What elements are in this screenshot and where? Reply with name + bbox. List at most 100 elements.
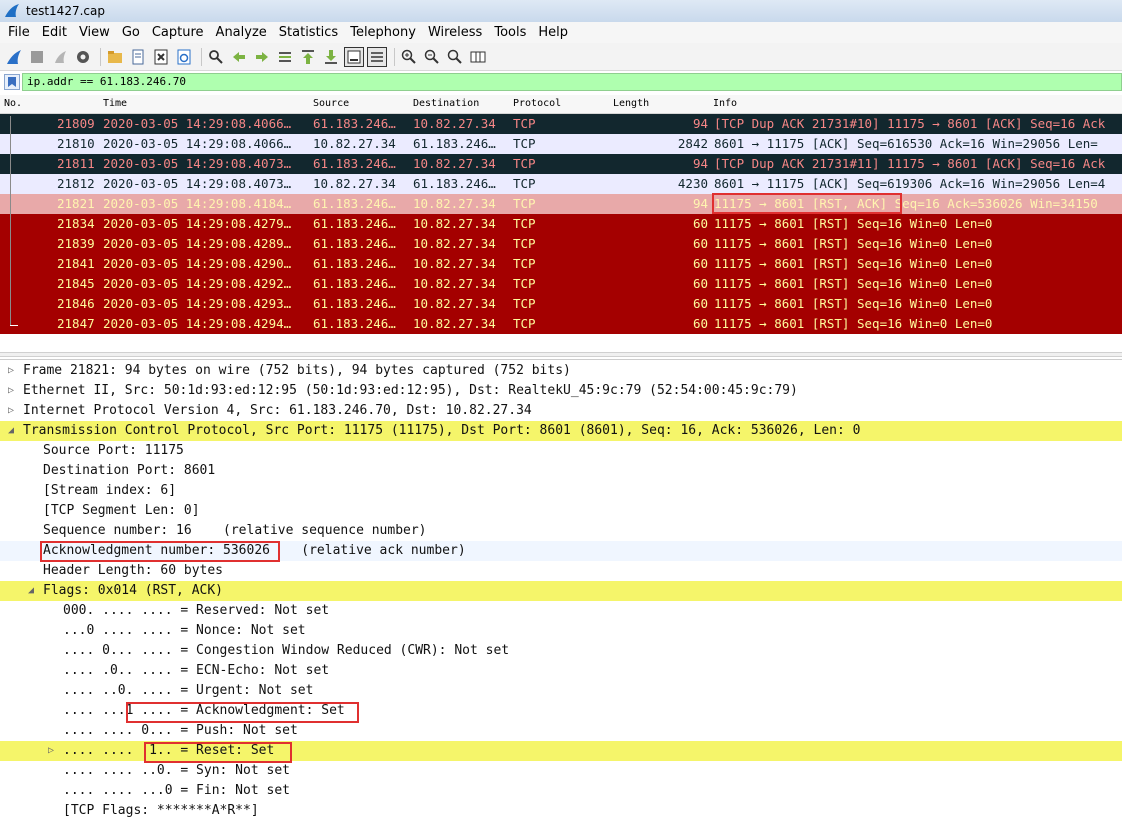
tcp-flags-summary[interactable]: [TCP Flags: *******A*R**]: [0, 801, 1122, 821]
start-capture-button[interactable]: [4, 47, 24, 67]
goto-icon: [279, 51, 291, 62]
packet-row[interactable]: 21845 2020-03-05 14:29:08.4292… 61.183.2…: [0, 274, 1122, 294]
tree-item-source-port[interactable]: Source Port: 11175: [0, 441, 1122, 461]
window-title: test1427.cap: [26, 4, 105, 18]
col-header-protocol[interactable]: Protocol: [513, 98, 561, 109]
packet-length: 94: [692, 156, 708, 171]
flag-syn[interactable]: .... .... ..0. = Syn: Not set: [0, 761, 1122, 781]
tree-item-ethernet[interactable]: ▷ Ethernet II, Src: 50:1d:93:ed:12:95 (5…: [0, 381, 1122, 401]
packet-info: 11175 → 8601 [RST] Seq=16 Win=0 Len=0: [714, 236, 993, 251]
packet-row[interactable]: 21810 2020-03-05 14:29:08.4066… 10.82.27…: [0, 134, 1122, 154]
bookmark-icon[interactable]: [4, 74, 20, 90]
conversation-guide-line: [10, 116, 11, 326]
col-header-destination[interactable]: Destination: [413, 98, 479, 109]
menu-edit[interactable]: Edit: [36, 25, 73, 40]
tree-item-sequence-number[interactable]: Sequence number: 16 (relative sequence n…: [0, 521, 1122, 541]
expand-arrow-icon[interactable]: ▷: [45, 741, 57, 761]
menu-telephony[interactable]: Telephony: [344, 25, 422, 40]
packet-row[interactable]: 21812 2020-03-05 14:29:08.4073… 10.82.27…: [0, 174, 1122, 194]
packet-destination: 10.82.27.34: [413, 256, 496, 271]
menu-go[interactable]: Go: [116, 25, 146, 40]
toolbar-separator: [201, 47, 202, 66]
col-header-length[interactable]: Length: [613, 98, 649, 109]
packet-protocol: TCP: [513, 236, 536, 251]
tree-item-destination-port[interactable]: Destination Port: 8601: [0, 461, 1122, 481]
menu-analyze[interactable]: Analyze: [210, 25, 273, 40]
normal-size-button[interactable]: [445, 47, 465, 67]
flag-fin[interactable]: .... .... ...0 = Fin: Not set: [0, 781, 1122, 801]
packet-row[interactable]: 21846 2020-03-05 14:29:08.4293… 61.183.2…: [0, 294, 1122, 314]
zoom-in-icon: [401, 49, 416, 64]
expand-arrow-icon[interactable]: ▷: [5, 381, 17, 401]
go-back-button[interactable]: [229, 47, 249, 67]
open-file-button[interactable]: [105, 47, 125, 67]
expand-arrow-icon[interactable]: ▷: [5, 401, 17, 421]
restart-capture-button[interactable]: [50, 47, 70, 67]
display-filter-input[interactable]: ip.addr == 61.183.246.70: [22, 73, 1122, 91]
menu-file[interactable]: File: [2, 25, 36, 40]
tree-item-tcp[interactable]: ◢ Transmission Control Protocol, Src Por…: [0, 421, 1122, 441]
capture-options-button[interactable]: [73, 47, 93, 67]
go-first-button[interactable]: [298, 47, 318, 67]
expand-arrow-icon[interactable]: ▷: [5, 361, 17, 381]
flag-ecn-echo[interactable]: .... .0.. .... = ECN-Echo: Not set: [0, 661, 1122, 681]
resize-columns-button[interactable]: [468, 47, 488, 67]
packet-row[interactable]: 21839 2020-03-05 14:29:08.4289… 61.183.2…: [0, 234, 1122, 254]
go-last-button[interactable]: [321, 47, 341, 67]
packet-length: 2842: [677, 136, 708, 151]
packet-no: 21841: [57, 256, 95, 271]
packet-list: 21809 2020-03-05 14:29:08.4066… 61.183.2…: [0, 114, 1122, 336]
packet-row[interactable]: 21811 2020-03-05 14:29:08.4073… 61.183.2…: [0, 154, 1122, 174]
col-header-source[interactable]: Source: [313, 98, 349, 109]
flag-push[interactable]: .... .... 0... = Push: Not set: [0, 721, 1122, 741]
col-header-no[interactable]: No.: [4, 98, 22, 109]
shark-fin-icon: [7, 49, 21, 64]
colorize-button[interactable]: [367, 46, 387, 67]
packet-time: 2020-03-05 14:29:08.4289…: [103, 236, 292, 251]
pane-splitter[interactable]: [0, 352, 1122, 357]
tree-item-ipv4[interactable]: ▷ Internet Protocol Version 4, Src: 61.1…: [0, 401, 1122, 421]
menu-capture[interactable]: Capture: [146, 25, 210, 40]
packet-row[interactable]: 21834 2020-03-05 14:29:08.4279… 61.183.2…: [0, 214, 1122, 234]
collapse-arrow-icon[interactable]: ◢: [25, 581, 37, 601]
reload-file-button[interactable]: [174, 47, 194, 67]
flag-cwr[interactable]: .... 0... .... = Congestion Window Reduc…: [0, 641, 1122, 661]
conversation-guide-end: [10, 325, 18, 326]
packet-time: 2020-03-05 14:29:08.4294…: [103, 316, 292, 331]
col-header-time[interactable]: Time: [103, 98, 127, 109]
tree-item-header-length[interactable]: Header Length: 60 bytes: [0, 561, 1122, 581]
flag-urgent[interactable]: .... ..0. .... = Urgent: Not set: [0, 681, 1122, 701]
flag-reserved[interactable]: 000. .... .... = Reserved: Not set: [0, 601, 1122, 621]
zoom-out-button[interactable]: [422, 47, 442, 67]
collapse-arrow-icon[interactable]: ◢: [5, 421, 17, 441]
tree-item-frame[interactable]: ▷ Frame 21821: 94 bytes on wire (752 bit…: [0, 361, 1122, 381]
tree-item-stream-index[interactable]: [Stream index: 6]: [0, 481, 1122, 501]
autoscroll-button[interactable]: [344, 46, 364, 67]
zoom-in-button[interactable]: [399, 47, 419, 67]
reload-icon: [177, 49, 191, 64]
packet-row[interactable]: 21841 2020-03-05 14:29:08.4290… 61.183.2…: [0, 254, 1122, 274]
packet-time: 2020-03-05 14:29:08.4279…: [103, 216, 292, 231]
menu-view[interactable]: View: [73, 25, 116, 40]
find-packet-button[interactable]: [206, 47, 226, 67]
packet-row-selected[interactable]: 21821 2020-03-05 14:29:08.4184… 61.183.2…: [0, 194, 1122, 214]
packet-no: 21821: [57, 196, 95, 211]
col-header-info[interactable]: Info: [713, 98, 737, 109]
tree-item-flags[interactable]: ◢ Flags: 0x014 (RST, ACK): [0, 581, 1122, 601]
close-file-button[interactable]: [151, 47, 171, 67]
go-to-packet-button[interactable]: [275, 47, 295, 67]
packet-no: 21847: [57, 316, 95, 331]
menu-wireless[interactable]: Wireless: [422, 25, 488, 40]
tree-item-segment-len[interactable]: [TCP Segment Len: 0]: [0, 501, 1122, 521]
save-file-button[interactable]: [128, 47, 148, 67]
menu-tools[interactable]: Tools: [488, 25, 532, 40]
flag-nonce[interactable]: ...0 .... .... = Nonce: Not set: [0, 621, 1122, 641]
stop-capture-button[interactable]: [27, 47, 47, 67]
go-forward-button[interactable]: [252, 47, 272, 67]
packet-row[interactable]: 21809 2020-03-05 14:29:08.4066… 61.183.2…: [0, 114, 1122, 134]
packet-protocol: TCP: [513, 256, 536, 271]
menu-statistics[interactable]: Statistics: [273, 25, 344, 40]
packet-row[interactable]: 21847 2020-03-05 14:29:08.4294… 61.183.2…: [0, 314, 1122, 334]
packet-info: 11175 → 8601 [RST] Seq=16 Win=0 Len=0: [714, 276, 993, 291]
menu-help[interactable]: Help: [532, 25, 574, 40]
